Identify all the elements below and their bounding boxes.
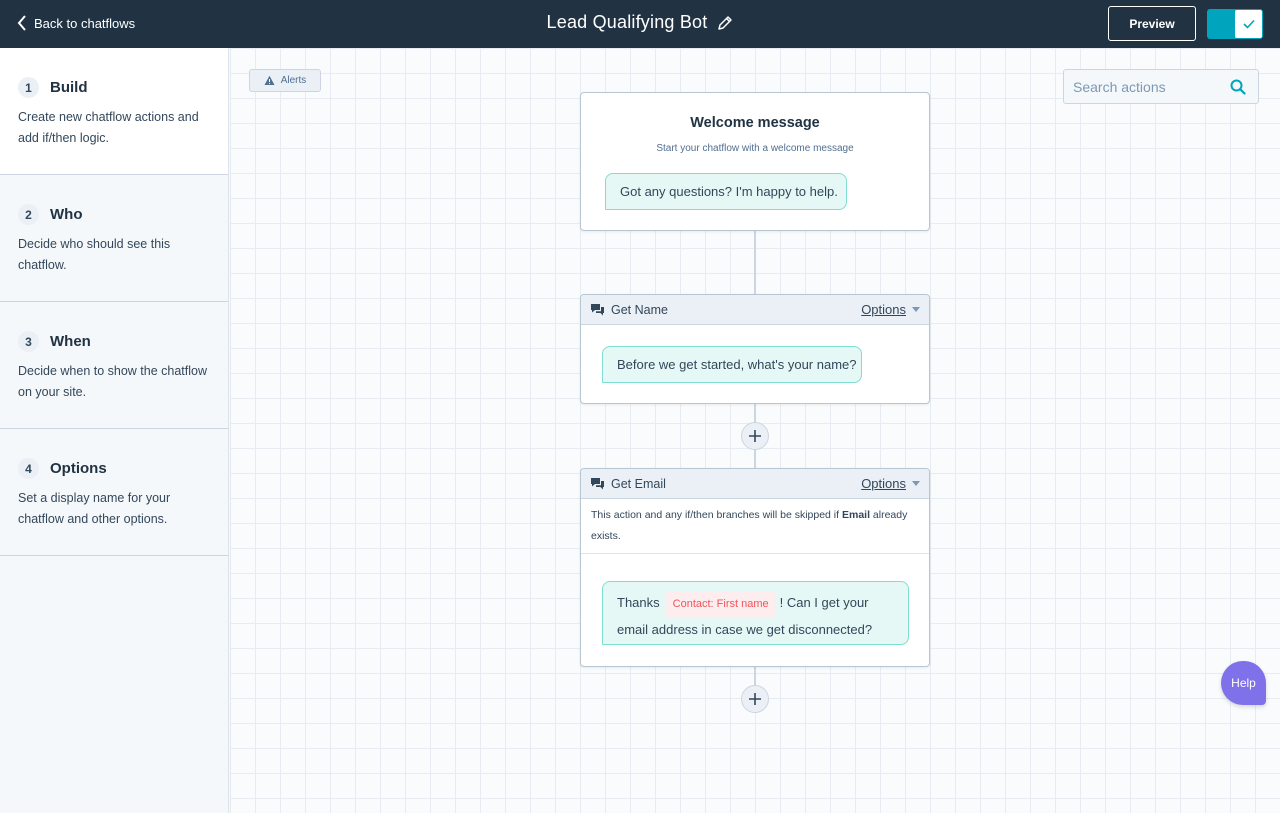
search-actions-box [1063,69,1259,104]
step-description: Create new chatflow actions and add if/t… [18,110,199,145]
step-description: Set a display name for your chatflow and… [18,491,171,526]
alerts-label: Alerts [280,75,307,86]
check-icon [1242,19,1255,29]
step-description: Decide when to show the chatflow on your… [18,364,207,399]
page-title: Lead Qualifying Bot [546,12,708,32]
step-title: Options [50,460,107,477]
toggle-knob [1235,10,1262,38]
card-header: Get Email Options [581,469,929,499]
chevron-left-icon [17,15,26,31]
message-prefix: Thanks [617,595,660,610]
note-bold: Email [841,509,870,521]
preview-button[interactable]: Preview [1108,6,1196,41]
step-number: 2 [18,204,39,225]
search-icon[interactable] [1230,79,1246,95]
skip-note: This action and any if/then branches wil… [581,499,929,554]
step-when[interactable]: 3 When Decide when to show the chatflow … [0,302,228,429]
step-who[interactable]: 2 Who Decide who should see this chatflo… [0,175,228,302]
caret-down-icon [912,481,920,486]
chatflow-canvas[interactable]: Alerts Welcome message Start your chatfl… [230,48,1280,813]
back-link-label: Back to chatflows [34,15,136,31]
step-number: 4 [18,458,39,479]
welcome-message-bubble[interactable]: Got any questions? I'm happy to help. [605,173,847,210]
warning-icon [264,75,275,85]
step-options[interactable]: 4 Options Set a display name for your ch… [0,429,228,556]
welcome-message-card[interactable]: Welcome message Start your chatflow with… [580,92,930,231]
step-title: Build [50,79,88,96]
options-dropdown[interactable]: Options [861,476,920,491]
plus-icon [749,693,761,705]
flow-connector [754,231,756,295]
get-name-message-bubble[interactable]: Before we get started, what's your name? [602,346,862,383]
options-dropdown[interactable]: Options [861,302,920,317]
plus-icon [749,430,761,442]
options-label: Options [861,302,906,317]
top-bar: Back to chatflows Lead Qualifying Bot Pr… [0,0,1280,48]
step-title: Who [50,206,83,223]
get-email-card[interactable]: Get Email Options This action and any if… [580,468,930,667]
step-description: Decide who should see this chatflow. [18,237,171,272]
step-number: 3 [18,331,39,352]
chatflow-toggle[interactable] [1207,9,1263,39]
note-prefix: This action and any if/then branches wil… [591,509,842,521]
steps-sidebar: 1 Build Create new chatflow actions and … [0,48,229,813]
chat-bubbles-icon [591,303,604,315]
search-actions-input[interactable] [1064,70,1224,103]
step-number: 1 [18,77,39,98]
alerts-button[interactable]: Alerts [249,69,321,92]
chat-bubbles-icon [591,477,604,489]
card-header: Get Name Options [581,295,929,325]
help-button[interactable]: Help [1221,661,1266,705]
action-label: Get Email [611,476,666,491]
contact-first-name-token[interactable]: Contact: First name [665,591,776,618]
step-build[interactable]: 1 Build Create new chatflow actions and … [0,48,228,175]
back-to-chatflows-link[interactable]: Back to chatflows [16,14,135,32]
step-title: When [50,333,91,350]
get-email-message-bubble[interactable]: Thanks Contact: First name! Can I get you… [602,581,909,645]
welcome-subtitle: Start your chatflow with a welcome messa… [656,143,854,154]
caret-down-icon [912,307,920,312]
get-name-card[interactable]: Get Name Options Before we get started, … [580,294,930,404]
add-action-button[interactable] [741,422,769,450]
pencil-icon[interactable] [717,15,733,31]
add-action-button[interactable] [741,685,769,713]
welcome-title: Welcome message [690,115,820,131]
options-label: Options [861,476,906,491]
action-label: Get Name [611,302,668,317]
